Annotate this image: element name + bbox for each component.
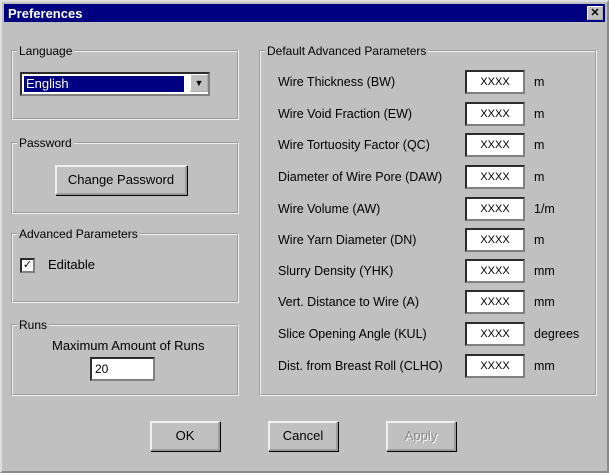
close-icon[interactable]: ✕	[587, 6, 603, 20]
param-label: Wire Void Fraction (EW)	[278, 107, 413, 121]
param-label: Dist. from Breast Roll (CLHO)	[278, 359, 443, 373]
param-input[interactable]: XXXX	[465, 197, 525, 221]
default-advanced-parameters-group: Default Advanced Parameters	[259, 44, 597, 396]
param-unit: mm	[534, 295, 555, 309]
param-unit: degrees	[534, 327, 580, 341]
ok-button[interactable]: OK	[150, 421, 220, 451]
param-input[interactable]: XXXX	[465, 165, 525, 189]
param-unit: m	[534, 170, 545, 184]
param-input[interactable]: XXXX	[465, 70, 525, 94]
param-label: Vert. Distance to Wire (A)	[278, 295, 420, 309]
param-input[interactable]: XXXX	[465, 228, 525, 252]
apply-button: Apply	[386, 421, 456, 451]
param-label: Wire Thickness (BW)	[278, 75, 396, 89]
change-password-button[interactable]: Change Password	[55, 165, 187, 195]
editable-label[interactable]: Editable	[48, 257, 95, 272]
param-label: Diameter of Wire Pore (DAW)	[278, 170, 443, 184]
param-label: Wire Yarn Diameter (DN)	[278, 233, 417, 247]
param-unit: 1/m	[534, 202, 555, 216]
param-label: Slice Opening Angle (KUL)	[278, 327, 427, 341]
param-input[interactable]: XXXX	[465, 259, 525, 283]
max-runs-label: Maximum Amount of Runs	[52, 338, 205, 353]
language-group-label: Language	[19, 44, 73, 58]
param-input[interactable]: XXXX	[465, 322, 525, 346]
param-label: Wire Volume (AW)	[278, 202, 381, 216]
param-unit: m	[534, 107, 545, 121]
param-unit: mm	[534, 264, 555, 278]
param-label: Wire Tortuosity Factor (QC)	[278, 138, 430, 152]
param-input[interactable]: XXXX	[465, 102, 525, 126]
advanced-parameters-group: Advanced Parameters	[11, 227, 239, 303]
chevron-down-icon[interactable]: ▼	[190, 74, 208, 92]
param-input[interactable]: XXXX	[465, 133, 525, 157]
title-bar[interactable]: Preferences ✕	[4, 4, 605, 22]
runs-group-label: Runs	[19, 318, 48, 332]
param-unit: m	[534, 138, 545, 152]
password-group-label: Password	[19, 136, 72, 150]
param-unit: m	[534, 75, 545, 89]
editable-checkbox[interactable]: ✓	[20, 258, 35, 273]
param-unit: m	[534, 233, 545, 247]
param-input[interactable]: XXXX	[465, 290, 525, 314]
language-selected-value: English	[24, 76, 184, 92]
cancel-button[interactable]: Cancel	[268, 421, 338, 451]
language-select[interactable]: English ▼	[20, 72, 210, 96]
advanced-parameters-group-label: Advanced Parameters	[19, 227, 138, 241]
param-label: Slurry Density (YHK)	[278, 264, 394, 278]
param-input[interactable]: XXXX	[465, 354, 525, 378]
param-unit: mm	[534, 359, 555, 373]
default-advanced-parameters-label: Default Advanced Parameters	[267, 44, 427, 58]
max-runs-input[interactable]: 20	[90, 357, 155, 381]
window-title: Preferences	[8, 6, 83, 21]
